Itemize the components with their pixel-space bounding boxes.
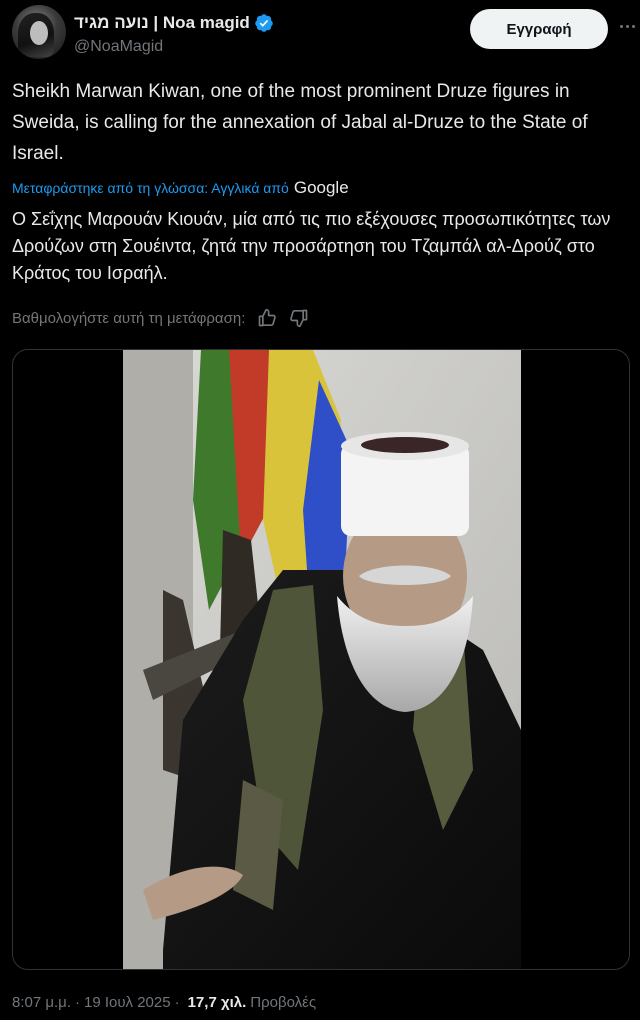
tweet-text: Sheikh Marwan Kiwan, one of the most pro… bbox=[12, 81, 588, 164]
video-player[interactable] bbox=[12, 349, 630, 970]
views-label: Προβολές bbox=[250, 994, 317, 1011]
meta-separator: · bbox=[74, 994, 80, 1011]
author-name-row[interactable]: נועה מגיד | Noa magid bbox=[74, 11, 274, 35]
views-count: 17,7 χιλ. bbox=[187, 994, 247, 1011]
video-frame[interactable] bbox=[123, 350, 521, 969]
rate-translation-row: Βαθμολογήστε αυτή τη μετάφραση: bbox=[12, 307, 309, 329]
google-logo: Google bbox=[293, 178, 349, 197]
translation-label[interactable]: Μεταφράστηκε από τη γλώσσα: Αγγλικά από bbox=[12, 180, 289, 196]
tweet-date[interactable]: 19 Ιουλ 2025 bbox=[84, 994, 171, 1011]
video-still bbox=[123, 350, 521, 969]
more-options-icon[interactable] bbox=[616, 15, 638, 37]
author-handle[interactable]: @NoaMagid bbox=[74, 38, 163, 56]
meta-separator-2: · bbox=[174, 994, 180, 1011]
tweet-header: נועה מגיד | Noa magid @NoaMagid Εγγραφή bbox=[12, 5, 635, 61]
verified-badge-icon bbox=[255, 14, 273, 32]
translation-attribution: Μεταφράστηκε από τη γλώσσα: Αγγλικά από … bbox=[12, 178, 349, 198]
author-display-name[interactable]: נועה מגיד | Noa magid bbox=[74, 13, 250, 33]
tweet-time[interactable]: 8:07 μ.μ. bbox=[12, 994, 71, 1011]
translated-text: Ο Σεΐχης Μαρουάν Κιουάν, μία από τις πιο… bbox=[12, 209, 611, 283]
tweet-meta: 8:07 μ.μ. · 19 Ιουλ 2025 · 17,7 χιλ. Προ… bbox=[12, 994, 316, 1011]
avatar-face bbox=[30, 21, 48, 45]
avatar[interactable] bbox=[12, 5, 66, 59]
rate-translation-label: Βαθμολογήστε αυτή τη μετάφραση: bbox=[12, 309, 246, 327]
thumbs-down-icon[interactable] bbox=[289, 308, 309, 328]
thumbs-up-icon[interactable] bbox=[257, 308, 277, 328]
subscribe-button[interactable]: Εγγραφή bbox=[470, 9, 608, 49]
